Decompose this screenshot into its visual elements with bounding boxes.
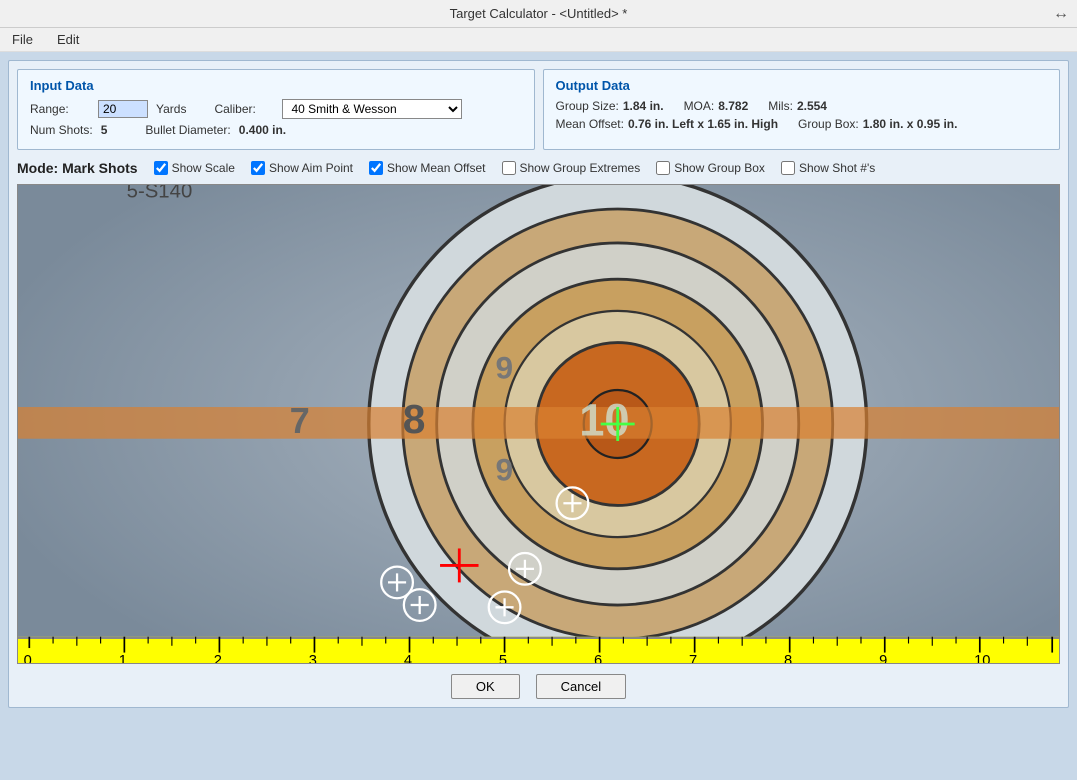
data-sections-row: Input Data Range: Yards Caliber: 40 Smit… xyxy=(17,69,1060,150)
output-section-title: Output Data xyxy=(556,78,1048,93)
main-container: Input Data Range: Yards Caliber: 40 Smit… xyxy=(8,60,1069,708)
yards-label: Yards xyxy=(156,102,186,116)
window-title: Target Calculator - <Untitled> * xyxy=(450,6,628,21)
svg-text:7: 7 xyxy=(290,400,310,441)
svg-text:9: 9 xyxy=(879,653,887,663)
group-size-value: 1.84 in. xyxy=(623,99,664,113)
group-box-value: 1.80 in. x 0.95 in. xyxy=(863,117,958,131)
svg-text:5: 5 xyxy=(499,653,507,663)
title-bar: Target Calculator - <Untitled> * ↔ xyxy=(0,0,1077,28)
show-aim-point-checkbox-label[interactable]: Show Aim Point xyxy=(251,161,353,175)
mils-value: 2.554 xyxy=(797,99,827,113)
show-group-box-checkbox-label[interactable]: Show Group Box xyxy=(656,161,765,175)
input-section-title: Input Data xyxy=(30,78,522,93)
group-size-field: Group Size: 1.84 in. xyxy=(556,99,664,113)
menu-edit[interactable]: Edit xyxy=(53,30,83,49)
group-size-label: Group Size: xyxy=(556,99,619,113)
svg-text:0: 0 xyxy=(24,653,32,663)
output-row2: Mean Offset: 0.76 in. Left x 1.65 in. Hi… xyxy=(556,117,1048,131)
svg-text:10: 10 xyxy=(974,653,990,663)
mils-field: Mils: 2.554 xyxy=(768,99,827,113)
show-scale-label: Show Scale xyxy=(172,161,235,175)
mode-label: Mode: Mark Shots xyxy=(17,160,138,176)
ok-button[interactable]: OK xyxy=(451,674,520,699)
mils-label: Mils: xyxy=(768,99,793,113)
output-row1: Group Size: 1.84 in. MOA: 8.782 Mils: 2.… xyxy=(556,99,1048,113)
range-label: Range: xyxy=(30,102,90,116)
svg-text:7: 7 xyxy=(689,653,697,663)
show-mean-offset-checkbox-label[interactable]: Show Mean Offset xyxy=(369,161,486,175)
resize-icon: ↔ xyxy=(1053,5,1069,23)
mean-offset-label: Mean Offset: xyxy=(556,117,624,131)
svg-text:2: 2 xyxy=(214,653,222,663)
svg-text:3: 3 xyxy=(309,653,317,663)
show-shot-numbers-checkbox-label[interactable]: Show Shot #'s xyxy=(781,161,875,175)
input-section: Input Data Range: Yards Caliber: 40 Smit… xyxy=(17,69,535,150)
show-group-extremes-label: Show Group Extremes xyxy=(520,161,641,175)
svg-text:5-S140: 5-S140 xyxy=(127,185,193,203)
moa-label: MOA: xyxy=(684,99,715,113)
show-aim-point-checkbox[interactable] xyxy=(251,161,265,175)
shots-row: Num Shots: 5 Bullet Diameter: 0.400 in. xyxy=(30,123,522,137)
svg-text:9: 9 xyxy=(496,452,514,488)
bullet-diameter-label: Bullet Diameter: xyxy=(145,123,230,137)
svg-text:6: 6 xyxy=(594,653,602,663)
svg-text:9: 9 xyxy=(496,350,514,386)
show-aim-point-label: Show Aim Point xyxy=(269,161,353,175)
show-group-extremes-checkbox[interactable] xyxy=(502,161,516,175)
show-group-box-label: Show Group Box xyxy=(674,161,765,175)
caliber-label: Caliber: xyxy=(214,102,274,116)
num-shots-value: 5 xyxy=(101,123,108,137)
mean-offset-value: 0.76 in. Left x 1.65 in. High xyxy=(628,117,778,131)
num-shots-label: Num Shots: xyxy=(30,123,93,137)
svg-text:8: 8 xyxy=(403,396,426,442)
show-group-box-checkbox[interactable] xyxy=(656,161,670,175)
group-box-label: Group Box: xyxy=(798,117,859,131)
show-scale-checkbox[interactable] xyxy=(154,161,168,175)
range-row: Range: Yards Caliber: 40 Smith & Wesson … xyxy=(30,99,522,119)
bottom-buttons: OK Cancel xyxy=(17,674,1060,699)
show-mean-offset-label: Show Mean Offset xyxy=(387,161,486,175)
show-shot-numbers-checkbox[interactable] xyxy=(781,161,795,175)
menu-file[interactable]: File xyxy=(8,30,37,49)
show-shot-numbers-label: Show Shot #'s xyxy=(799,161,875,175)
caliber-select[interactable]: 40 Smith & Wesson 9mm .45 ACP .308 Winch… xyxy=(282,99,462,119)
target-svg[interactable]: 8 7 9 9 9 10 5-S140 xyxy=(18,185,1059,663)
svg-text:4: 4 xyxy=(404,653,412,663)
bullet-diameter-value: 0.400 in. xyxy=(239,123,286,137)
target-area[interactable]: 8 7 9 9 9 10 5-S140 xyxy=(17,184,1060,664)
moa-field: MOA: 8.782 xyxy=(684,99,749,113)
show-scale-checkbox-label[interactable]: Show Scale xyxy=(154,161,235,175)
moa-value: 8.782 xyxy=(718,99,748,113)
mode-bar: Mode: Mark Shots Show Scale Show Aim Poi… xyxy=(17,156,1060,180)
output-section: Output Data Group Size: 1.84 in. MOA: 8.… xyxy=(543,69,1061,150)
menu-bar: File Edit xyxy=(0,28,1077,52)
cancel-button[interactable]: Cancel xyxy=(536,674,626,699)
svg-text:8: 8 xyxy=(784,653,792,663)
svg-text:1: 1 xyxy=(119,653,127,663)
group-box-field: Group Box: 1.80 in. x 0.95 in. xyxy=(798,117,957,131)
mean-offset-field: Mean Offset: 0.76 in. Left x 1.65 in. Hi… xyxy=(556,117,779,131)
svg-text:10: 10 xyxy=(579,394,629,445)
show-group-extremes-checkbox-label[interactable]: Show Group Extremes xyxy=(502,161,641,175)
show-mean-offset-checkbox[interactable] xyxy=(369,161,383,175)
range-input[interactable] xyxy=(98,100,148,118)
